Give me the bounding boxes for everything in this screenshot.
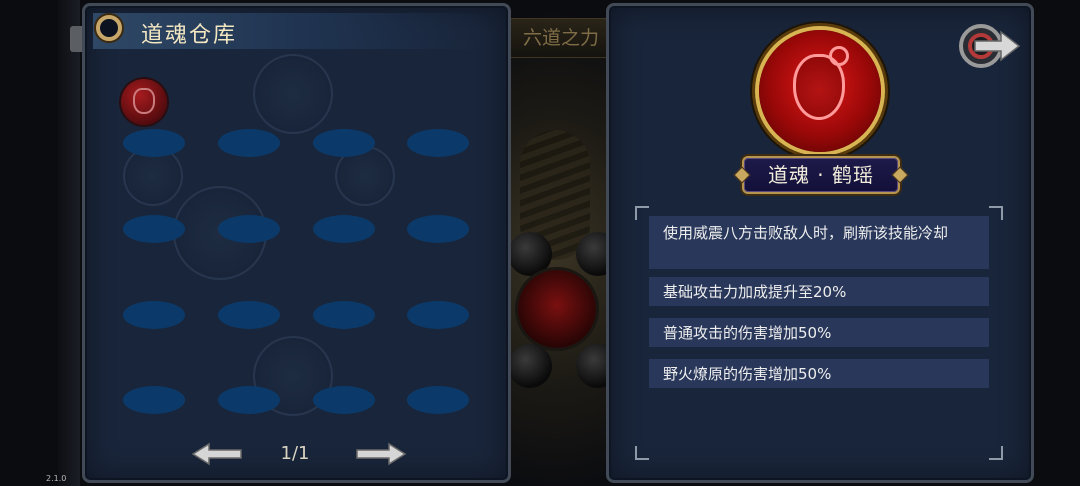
soul-slot-10[interactable] bbox=[218, 301, 280, 329]
background-left-edge bbox=[58, 0, 80, 486]
version-label: 2.1.0 bbox=[46, 474, 67, 483]
panel-title: 道魂仓库 bbox=[141, 23, 238, 48]
soul-slot-12[interactable] bbox=[407, 301, 469, 329]
background-orb bbox=[508, 232, 552, 276]
soul-slot-16[interactable] bbox=[407, 386, 469, 414]
soul-slot-9[interactable] bbox=[123, 301, 185, 329]
ring-icon bbox=[96, 15, 122, 41]
effect-row-1: 使用威震八方击败敌人时，刷新该技能冷却 bbox=[649, 216, 989, 269]
soul-slot-14[interactable] bbox=[218, 386, 280, 414]
exit-arrow-icon[interactable] bbox=[959, 18, 1021, 74]
effect-row-2: 基础攻击力加成提升至20% bbox=[649, 277, 989, 306]
soul-slot-1[interactable] bbox=[123, 129, 185, 157]
soul-slot-5[interactable] bbox=[123, 215, 185, 243]
soul-orb-large bbox=[759, 30, 881, 152]
soul-slot-7[interactable] bbox=[313, 215, 375, 243]
background-six-paths-banner: 六道之力 bbox=[505, 18, 617, 58]
frame-corner bbox=[989, 446, 1003, 460]
soul-slot-8[interactable] bbox=[407, 215, 469, 243]
soul-warehouse-panel: 道魂仓库 1/1 bbox=[82, 3, 511, 483]
character-portrait-icon bbox=[133, 88, 155, 114]
soul-slot-11[interactable] bbox=[313, 301, 375, 329]
soul-slot-3[interactable] bbox=[313, 129, 375, 157]
soul-slot-6[interactable] bbox=[218, 215, 280, 243]
soul-name: 道魂 · 鹤瑶 bbox=[767, 163, 875, 187]
frame-corner bbox=[989, 206, 1003, 220]
watermark-orb bbox=[253, 54, 333, 134]
soul-slot-15[interactable] bbox=[313, 386, 375, 414]
hair-bun-icon bbox=[829, 46, 849, 66]
effect-row-3: 普通攻击的伤害增加50% bbox=[649, 318, 989, 347]
soul-detail-panel: 道魂 · 鹤瑶 使用威震八方击败敌人时，刷新该技能冷却 基础攻击力加成提升至20… bbox=[606, 3, 1034, 483]
soul-name-plate: 道魂 · 鹤瑶 bbox=[742, 156, 900, 194]
background-center-soul-orb bbox=[518, 270, 596, 348]
arrow-left-icon[interactable] bbox=[191, 442, 243, 466]
soul-slot-4[interactable] bbox=[407, 129, 469, 157]
soul-orb-heyao[interactable] bbox=[121, 79, 167, 125]
soul-slot-13[interactable] bbox=[123, 386, 185, 414]
soul-slot-2[interactable] bbox=[218, 129, 280, 157]
page-indicator: 1/1 bbox=[280, 443, 310, 464]
frame-corner bbox=[635, 446, 649, 460]
frame-corner bbox=[635, 206, 649, 220]
effect-row-4: 野火燎原的伤害增加50% bbox=[649, 359, 989, 388]
arrow-right-icon[interactable] bbox=[355, 442, 407, 466]
background-orb bbox=[508, 344, 552, 388]
